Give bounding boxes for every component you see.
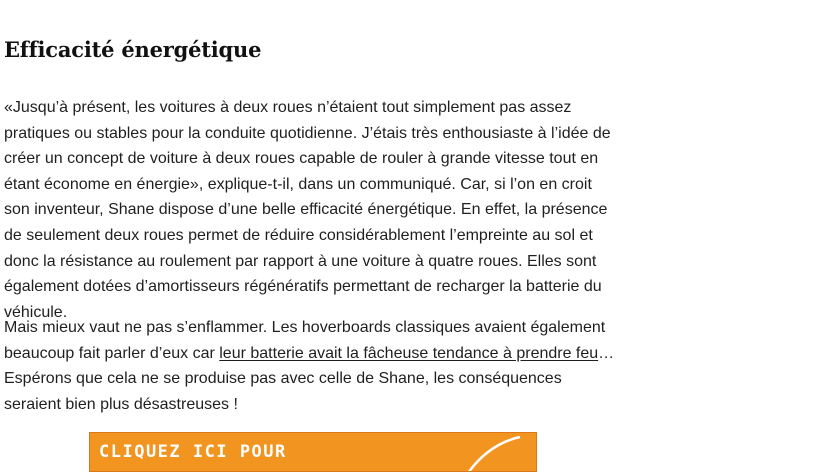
promo-banner[interactable]: CLIQUEZ ICI POUR	[89, 432, 537, 472]
paragraph-hoverboards: Mais mieux vaut ne pas s’enflammer. Les …	[4, 315, 622, 417]
section-heading: Efficacité énergétique	[4, 37, 262, 62]
banner-arc-decoration	[467, 435, 521, 471]
paragraph-quote: «Jusqu’à présent, les voitures à deux ro…	[4, 99, 611, 321]
banner-text: CLIQUEZ ICI POUR	[99, 442, 287, 462]
battery-fire-link[interactable]: leur batterie avait la fâcheuse tendance…	[219, 345, 598, 362]
